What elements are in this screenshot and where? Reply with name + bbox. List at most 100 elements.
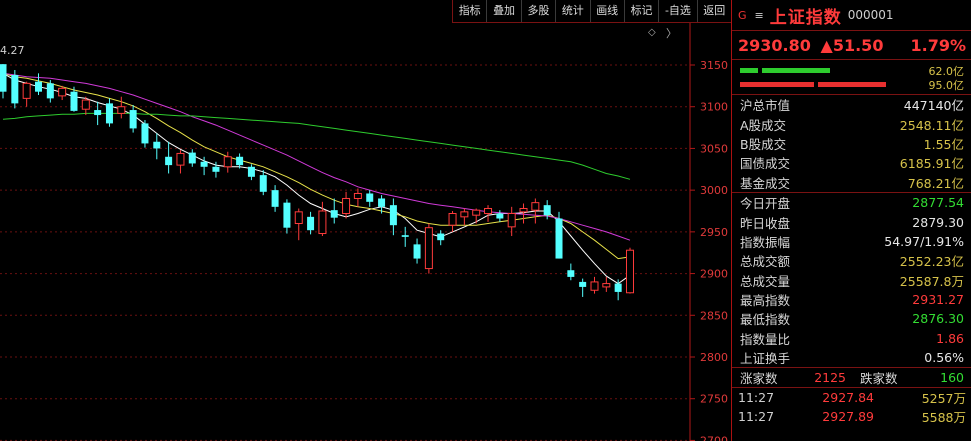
- candle-body: [283, 202, 291, 228]
- chevron-right-icon[interactable]: 〉: [666, 25, 677, 41]
- candle-body: [0, 64, 7, 92]
- candle-body: [448, 213, 457, 226]
- stat-row: 总成交额 2552.23亿: [732, 251, 971, 270]
- menu-icon[interactable]: ≡: [755, 9, 764, 22]
- kline-chart[interactable]: 3150 3100 3050 3000 2950 2900 2850 2800 2750 2700: [0, 0, 731, 441]
- ma-line: [2, 72, 631, 260]
- y-tick-label: 2900: [700, 268, 728, 281]
- stat-label: 最高指数: [740, 293, 791, 309]
- candle-body: [543, 205, 551, 216]
- ma-line: [2, 72, 631, 285]
- y-tick-label: 3150: [700, 59, 728, 72]
- stat-label: A股成交: [740, 117, 787, 133]
- up-label: 涨家数: [740, 371, 778, 387]
- stat-value: 54.97/1.91%: [884, 233, 964, 249]
- candle-body: [81, 99, 90, 110]
- stat-value: 6185.91亿: [899, 156, 964, 172]
- candle-body: [129, 110, 137, 129]
- stat-row: 指数振幅 54.97/1.91%: [732, 232, 971, 251]
- tick-price: 2927.84: [822, 390, 874, 406]
- candle-body: [602, 283, 611, 288]
- tick-time: 11:27: [738, 390, 775, 406]
- candle-body: [141, 123, 149, 144]
- y-tick-label: 2850: [700, 309, 728, 322]
- tick-time: 11:27: [738, 409, 775, 425]
- candle-body: [247, 166, 255, 177]
- candle-body: [223, 156, 232, 168]
- tick-volume: 5588万: [921, 410, 966, 426]
- candle-body: [58, 87, 67, 97]
- candle-body: [366, 193, 374, 202]
- stat-value: 2548.11亿: [899, 117, 964, 133]
- candle-body: [188, 152, 196, 164]
- candle-body: [176, 152, 185, 166]
- g-icon[interactable]: G: [738, 9, 747, 22]
- candle-body: [567, 270, 575, 277]
- candle-body: [294, 211, 303, 225]
- price-change: ▲51.50: [820, 35, 884, 55]
- tick-row: 11:27 2927.84 5257万: [732, 388, 971, 407]
- toolbar-mark-button[interactable]: 标记: [625, 0, 660, 22]
- toolbar-back-button[interactable]: 返回: [698, 0, 732, 22]
- candle-body: [236, 156, 244, 166]
- stat-label: 今日开盘: [740, 196, 791, 212]
- chart-toolbar: 指标 叠加 多股 统计 画线 标记 -自选 返回: [452, 0, 732, 23]
- stat-label: 基金成交: [740, 175, 791, 191]
- toolbar-overlay-button[interactable]: 叠加: [487, 0, 522, 22]
- stat-label: 总成交量: [740, 273, 791, 289]
- stat-value: 2877.54: [912, 195, 964, 211]
- toolbar-remove-watchlist-button[interactable]: -自选: [659, 0, 698, 22]
- stat-value: 768.21亿: [907, 175, 964, 191]
- stat-value: 2876.30: [912, 311, 964, 327]
- candle-body: [165, 156, 173, 166]
- stat-label: 总成交额: [740, 254, 791, 270]
- stat-label: 指数量比: [740, 331, 791, 347]
- stat-row: 基金成交 768.21亿: [732, 173, 971, 192]
- index-name: 上证指数: [769, 7, 842, 28]
- stat-row: 今日开盘 2877.54: [732, 193, 971, 212]
- chart-top-label: 4.27: [0, 44, 25, 57]
- candle-body: [378, 198, 386, 207]
- stat-row: A股成交 2548.11亿: [732, 114, 971, 133]
- candle-body: [330, 210, 338, 218]
- candle-body: [46, 83, 54, 99]
- y-tick-label: 2750: [700, 393, 728, 406]
- stat-row: 沪总市值 447140亿: [732, 95, 971, 114]
- candle-body: [625, 249, 634, 294]
- candle-body: [484, 207, 493, 215]
- toolbar-multi-stock-button[interactable]: 多股: [522, 0, 557, 22]
- y-tick-label: 3000: [700, 184, 728, 197]
- stat-row: 昨日收盘 2879.30: [732, 212, 971, 231]
- candle-body: [105, 103, 113, 124]
- outflow-bar-2: [818, 82, 886, 87]
- stat-row: B股成交 1.55亿: [732, 134, 971, 153]
- flow-bars: 62.0亿 95.0亿: [732, 60, 971, 95]
- candle-body: [437, 233, 445, 241]
- diamond-icon[interactable]: ◇: [648, 27, 656, 38]
- inflow-bar-2: [762, 68, 830, 73]
- up-count: 2125: [814, 370, 846, 386]
- panel-header: G ≡ 上证指数 000001: [732, 0, 971, 31]
- toolbar-stats-button[interactable]: 统计: [556, 0, 591, 22]
- tick-volume: 5257万: [921, 391, 966, 407]
- stat-label: 最低指数: [740, 312, 791, 328]
- candle-body: [614, 283, 622, 292]
- candle-body: [342, 197, 351, 215]
- index-code: 000001: [847, 8, 894, 22]
- stat-label: 指数振幅: [740, 234, 791, 250]
- quote-row: 2930.80 ▲51.50 1.79%: [732, 31, 971, 60]
- y-tick-label: 2950: [700, 226, 728, 239]
- stat-label: 上证换手: [740, 351, 791, 367]
- stat-label: 沪总市值: [740, 98, 791, 114]
- toolbar-draw-line-button[interactable]: 画线: [591, 0, 625, 22]
- toolbar-indicator-button[interactable]: 指标: [453, 0, 488, 22]
- candle-body: [70, 91, 78, 111]
- y-tick-label: 3100: [700, 101, 728, 114]
- stat-row: 上证换手 0.56%: [732, 348, 971, 367]
- candle-body: [496, 213, 504, 219]
- candle-body: [413, 244, 421, 259]
- candle-body: [153, 141, 161, 149]
- stat-value: 2552.23亿: [899, 254, 964, 270]
- down-label: 跌家数: [860, 371, 898, 387]
- inflow-bar-1: [740, 68, 758, 73]
